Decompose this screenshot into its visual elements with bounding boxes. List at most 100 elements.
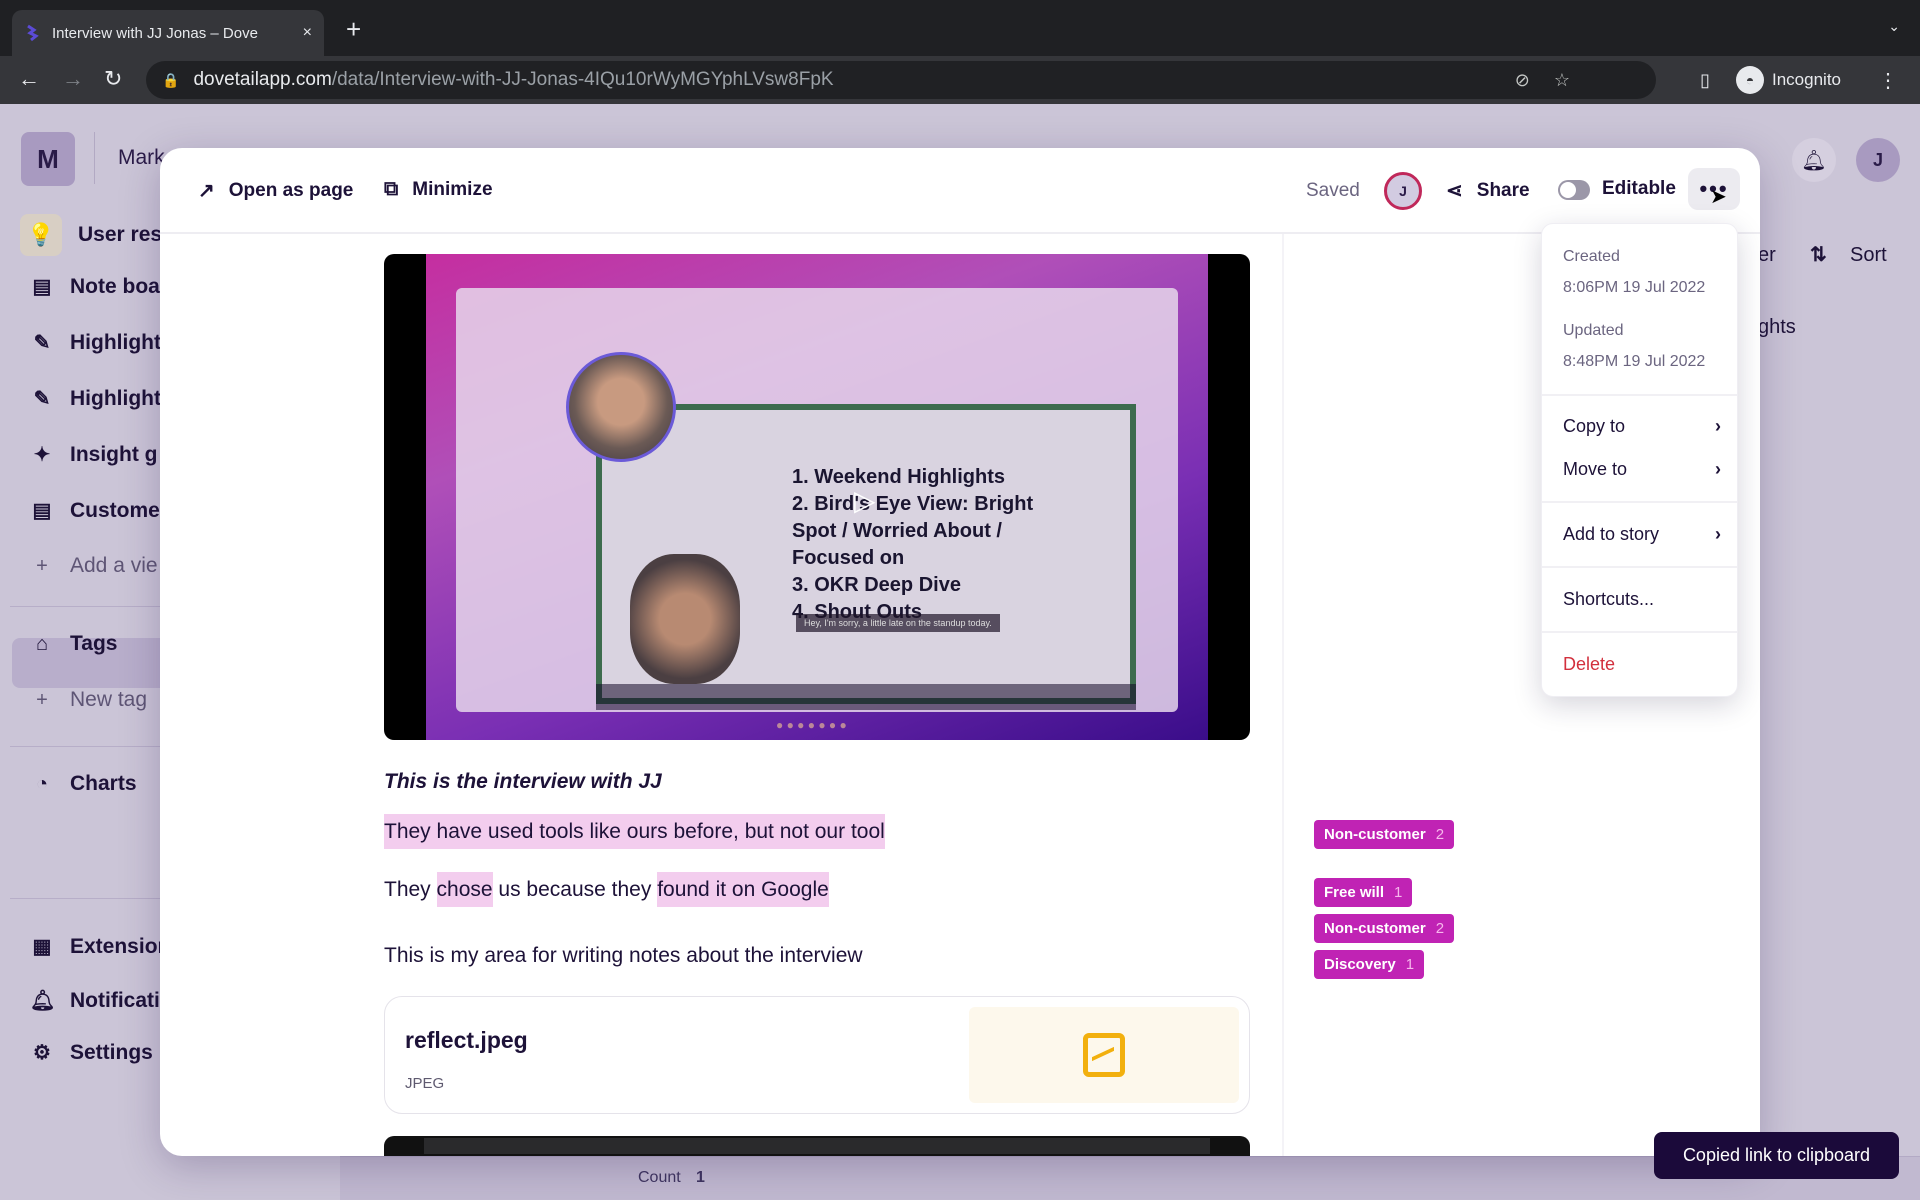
incognito-badge[interactable]: ◓ Incognito bbox=[1736, 64, 1841, 96]
share-button[interactable]: ⋖ Share bbox=[1446, 178, 1530, 203]
tag-chip[interactable]: Non-customer 2 bbox=[1314, 914, 1455, 943]
sidebar-item-extensions[interactable]: ▦ Extension bbox=[30, 934, 171, 959]
tab-close-icon[interactable]: × bbox=[303, 24, 312, 42]
sidebar-item-customers[interactable]: ▤ Custome bbox=[30, 498, 160, 523]
collaborator-avatar[interactable]: J bbox=[1384, 172, 1422, 210]
side-panel-icon[interactable]: ▯ bbox=[1700, 70, 1710, 91]
tag-count: 2 bbox=[1435, 826, 1445, 843]
save-status: Saved bbox=[1306, 180, 1360, 201]
forward-button[interactable]: → bbox=[62, 66, 84, 92]
add-view-button[interactable]: + Add a vie bbox=[30, 554, 158, 578]
menu-item-move-to[interactable]: Move to › bbox=[1563, 459, 1721, 480]
filter-button-partial[interactable]: er bbox=[1758, 244, 1776, 267]
browser-menu-icon[interactable]: ⋮ bbox=[1878, 68, 1898, 93]
tag-label: Free will bbox=[1324, 884, 1385, 901]
menu-item-add-to-story[interactable]: Add to story › bbox=[1563, 524, 1721, 545]
minimize-button[interactable]: ⧉ Minimize bbox=[384, 178, 493, 201]
reaction-row: ● ● ● ● ● ● ● bbox=[776, 718, 847, 732]
pie-chart-icon: ◔ bbox=[35, 772, 49, 795]
sidebar-item-highlights-2[interactable]: ✎ Highlight bbox=[30, 386, 161, 411]
menu-divider bbox=[1542, 394, 1737, 396]
highlight[interactable]: chose bbox=[436, 872, 493, 907]
sidebar-item-label: Add a vie bbox=[70, 554, 158, 577]
address-bar-icons: ⊘ ☆ bbox=[1515, 70, 1570, 91]
incognito-label: Incognito bbox=[1772, 70, 1841, 89]
menu-item-delete[interactable]: Delete bbox=[1563, 654, 1721, 675]
editable-toggle[interactable] bbox=[1558, 180, 1590, 200]
url-path: /data/Interview-with-JJ-Jonas-4IQu10rWyM… bbox=[331, 69, 834, 90]
video-controls[interactable] bbox=[596, 684, 1136, 710]
sidebar-item-notifications[interactable]: 🔔︎ Notificati bbox=[30, 988, 160, 1013]
play-icon[interactable]: ▷ bbox=[854, 484, 876, 517]
browser-tab-bar: Interview with JJ Jonas – Dove × + ⌄ bbox=[0, 0, 1920, 56]
menu-item-label: Copy to bbox=[1563, 416, 1626, 436]
doc-line-highlighted[interactable]: They have used tools like ours before, b… bbox=[384, 814, 885, 849]
tag-chip[interactable]: Discovery 1 bbox=[1314, 950, 1425, 979]
notifications-bell-icon[interactable]: 🔔︎ bbox=[1792, 138, 1836, 182]
sidebar-item-charts[interactable]: ◔ Charts bbox=[30, 772, 137, 796]
sidebar-item-settings[interactable]: ⚙ Settings bbox=[30, 1040, 153, 1065]
menu-divider bbox=[1542, 501, 1737, 503]
reload-button[interactable]: ↻ bbox=[104, 66, 122, 92]
created-label: Created bbox=[1563, 248, 1620, 265]
updated-value: 8:48PM 19 Jul 2022 bbox=[1563, 353, 1706, 370]
workspace-name[interactable]: Mark bbox=[118, 146, 165, 170]
menu-item-label: Delete bbox=[1563, 654, 1616, 674]
slide-line: 1. Weekend Highlights bbox=[792, 466, 1005, 488]
dovetail-favicon-icon bbox=[27, 24, 39, 42]
bookmark-star-icon[interactable]: ☆ bbox=[1554, 70, 1570, 91]
second-video-preview[interactable] bbox=[384, 1136, 1250, 1156]
doc-line[interactable]: This is my area for writing notes about … bbox=[384, 944, 863, 968]
back-button[interactable]: ← bbox=[18, 66, 40, 92]
file-attachment-card[interactable]: reflect.jpeg JPEG bbox=[384, 996, 1250, 1114]
count-label: Count bbox=[638, 1169, 681, 1186]
sidebar-item-label: Notificati bbox=[70, 988, 160, 1012]
sidebar-item-note-board[interactable]: ▤ Note boa bbox=[30, 274, 160, 299]
note-icon: ▤ bbox=[32, 276, 52, 298]
sort-button[interactable]: Sort bbox=[1850, 244, 1887, 267]
open-as-page-button[interactable]: ↗ Open as page bbox=[198, 178, 353, 203]
sidebar-item-highlights-1[interactable]: ✎ Highlight bbox=[30, 330, 161, 355]
tab-list-chevron-icon[interactable]: ⌄ bbox=[1888, 18, 1900, 35]
tag-chip[interactable]: Free will 1 bbox=[1314, 878, 1413, 907]
tag-count: 1 bbox=[1394, 884, 1403, 901]
menu-item-shortcuts[interactable]: Shortcuts... bbox=[1563, 589, 1721, 610]
modal-toolbar: ↗ Open as page ⧉ Minimize Saved J ⋖ Shar… bbox=[160, 148, 1760, 234]
menu-item-copy-to[interactable]: Copy to › bbox=[1563, 416, 1721, 437]
workspace-avatar[interactable]: M bbox=[21, 132, 75, 186]
new-tab-button[interactable]: + bbox=[346, 14, 361, 45]
toast-notification: Copied link to clipboard bbox=[1654, 1132, 1899, 1179]
sidebar-item-insight-grid[interactable]: ✦ Insight g bbox=[30, 442, 158, 467]
url-host: dovetailapp.com bbox=[193, 69, 332, 90]
sidebar-item-label: Note boa bbox=[70, 274, 160, 298]
highlight[interactable]: They have used tools like ours before, b… bbox=[384, 814, 885, 849]
new-tag-button[interactable]: + New tag bbox=[30, 688, 147, 712]
sidebar-item-label: Highlight bbox=[70, 386, 161, 410]
tag-count: 2 bbox=[1435, 920, 1445, 937]
project-header[interactable]: 💡 User res bbox=[20, 214, 162, 256]
video-player[interactable]: 1. Weekend Highlights 2. Bird's Eye View… bbox=[384, 254, 1250, 740]
tab-title: Interview with JJ Jonas – Dove bbox=[52, 24, 258, 42]
tag-label: Non-customer bbox=[1324, 920, 1426, 937]
chevron-right-icon: › bbox=[1715, 524, 1721, 544]
minimize-label: Minimize bbox=[412, 178, 493, 200]
plus-icon: + bbox=[36, 554, 48, 577]
doc-line[interactable]: They chose us because they found it on G… bbox=[384, 872, 829, 907]
extensions-icon: ▦ bbox=[32, 936, 52, 958]
user-avatar[interactable]: J bbox=[1856, 138, 1900, 182]
sidebar-item-label: Custome bbox=[70, 498, 160, 522]
browser-tab[interactable]: Interview with JJ Jonas – Dove × bbox=[12, 10, 324, 56]
tag-chip[interactable]: Non-customer 2 bbox=[1314, 820, 1455, 849]
sidebar-item-tags[interactable]: ⌂ Tags bbox=[30, 632, 118, 656]
more-options-menu: Created 8:06PM 19 Jul 2022 Updated 8:48P… bbox=[1541, 223, 1738, 697]
sidebar-item-label: Charts bbox=[70, 772, 137, 795]
video-screen-window: 1. Weekend Highlights 2. Bird's Eye View… bbox=[456, 288, 1178, 732]
gear-icon: ⚙ bbox=[33, 1042, 51, 1064]
address-bar[interactable]: 🔒 dovetailapp.com /data/Interview-with-J… bbox=[146, 61, 1656, 99]
text-run: They bbox=[384, 878, 437, 901]
sidebar-item-label: Tags bbox=[70, 632, 118, 655]
sidebar-item-label: Insight g bbox=[70, 442, 158, 466]
highlight[interactable]: found it on Google bbox=[657, 872, 829, 907]
eye-slash-icon[interactable]: ⊘ bbox=[1515, 70, 1530, 91]
tag-icon: ⌂ bbox=[35, 632, 49, 655]
